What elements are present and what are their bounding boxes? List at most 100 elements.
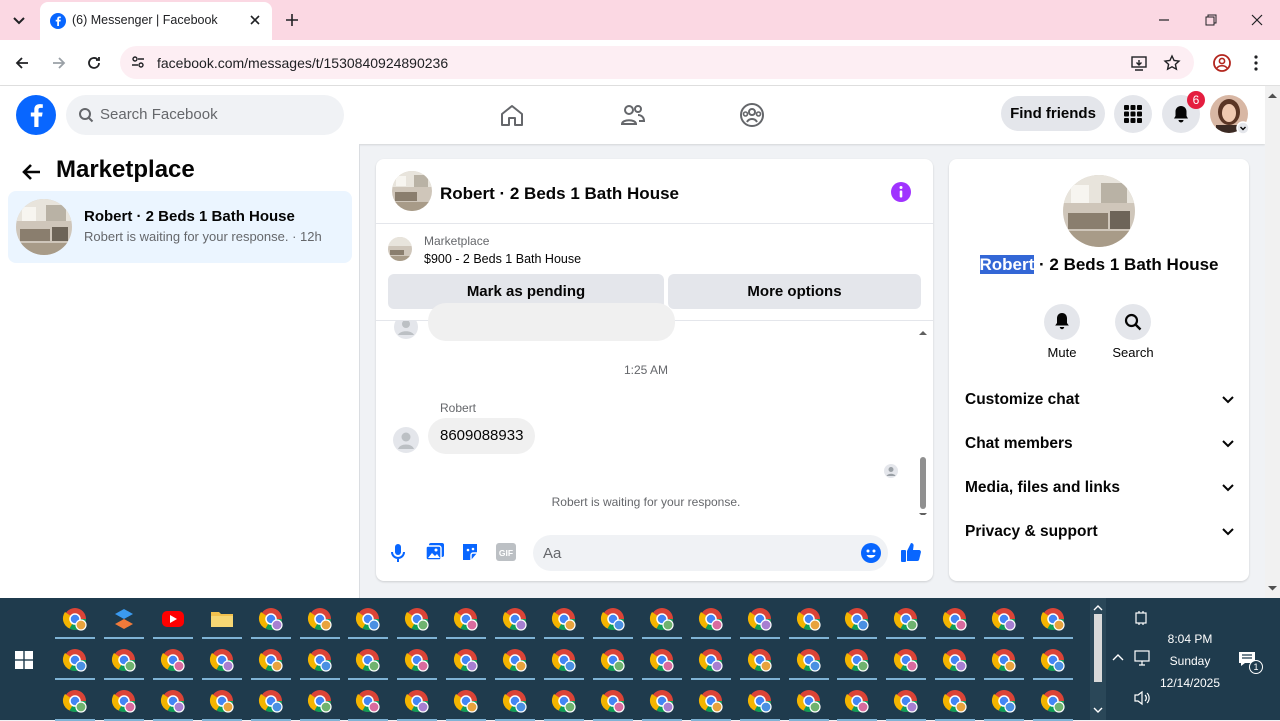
windows-start-icon[interactable]: [15, 651, 33, 669]
taskbar-app-icon[interactable]: [942, 688, 968, 714]
taskbar-app-icon[interactable]: [600, 688, 626, 714]
more-options-button[interactable]: More options: [668, 274, 921, 309]
taskbar-app-icon[interactable]: [844, 647, 870, 673]
previous-message-bubble[interactable]: [428, 303, 675, 341]
taskbar-app-icon[interactable]: [698, 647, 724, 673]
profile-icon[interactable]: [1212, 53, 1232, 73]
taskbar-app-icon[interactable]: [893, 647, 919, 673]
taskbar-app-icon[interactable]: [1040, 606, 1066, 632]
info-icon[interactable]: [890, 181, 912, 203]
microphone-icon[interactable]: [390, 543, 406, 563]
bookmark-star-icon[interactable]: [1163, 54, 1181, 72]
network-icon[interactable]: [1133, 650, 1151, 666]
listing-mini-thumbnail[interactable]: [388, 237, 412, 261]
taskbar-app-icon[interactable]: [600, 606, 626, 632]
message-bubble[interactable]: 8609088933: [428, 418, 536, 454]
groups-icon[interactable]: [739, 102, 765, 128]
emoji-icon[interactable]: [861, 543, 881, 563]
taskbar-app-icon[interactable]: [258, 688, 284, 714]
menu-dots-icon[interactable]: [1252, 53, 1260, 73]
taskbar-app-icon[interactable]: [942, 647, 968, 673]
gif-icon[interactable]: GIF: [496, 543, 516, 561]
restore-icon[interactable]: [1204, 13, 1218, 27]
taskbar-app-icon[interactable]: [62, 688, 88, 714]
taskbar-app-icon[interactable]: [453, 647, 479, 673]
friends-icon[interactable]: [620, 103, 646, 127]
privacy-support-row[interactable]: Privacy & support: [965, 513, 1235, 553]
back-icon[interactable]: [13, 54, 31, 72]
taskbar-scrollbar[interactable]: [1090, 598, 1106, 720]
taskbar-app-icon[interactable]: [404, 647, 430, 673]
message-input[interactable]: Aa: [533, 535, 888, 571]
taskbar-app-icon[interactable]: [307, 606, 333, 632]
close-window-icon[interactable]: [1250, 13, 1264, 27]
taskbar-app-icon[interactable]: [844, 606, 870, 632]
taskbar-app-icon[interactable]: [551, 606, 577, 632]
message-scrollbar[interactable]: [918, 325, 928, 515]
back-arrow-icon[interactable]: [21, 161, 43, 183]
minimize-icon[interactable]: [1157, 13, 1171, 27]
taskbar-app-icon[interactable]: [796, 647, 822, 673]
taskbar-app-icon[interactable]: [844, 688, 870, 714]
taskbar-app-icon[interactable]: [747, 688, 773, 714]
taskbar-app-icon[interactable]: [160, 688, 186, 714]
taskbar-app-icon[interactable]: [698, 688, 724, 714]
taskbar-app-icon[interactable]: [404, 606, 430, 632]
taskbar-app-icon[interactable]: [649, 647, 675, 673]
site-info-icon[interactable]: [130, 54, 146, 70]
taskbar-app-icon[interactable]: [111, 647, 137, 673]
taskbar-app-icon[interactable]: [551, 688, 577, 714]
chat-members-row[interactable]: Chat members: [965, 425, 1235, 465]
taskbar-app-icon[interactable]: [698, 606, 724, 632]
conversation-item[interactable]: Robert · 2 Beds 1 Bath House Robert is w…: [8, 191, 352, 263]
reload-icon[interactable]: [85, 54, 103, 72]
taskbar-app-icon[interactable]: [991, 606, 1017, 632]
taskbar-app-icon[interactable]: [111, 688, 137, 714]
taskbar-app-icon[interactable]: [160, 606, 186, 632]
taskbar-app-icon[interactable]: [453, 606, 479, 632]
taskbar-app-icon[interactable]: [1040, 647, 1066, 673]
taskbar-app-icon[interactable]: [355, 688, 381, 714]
taskbar-app-icon[interactable]: [942, 606, 968, 632]
taskbar-app-icon[interactable]: [747, 647, 773, 673]
taskbar-app-icon[interactable]: [62, 647, 88, 673]
close-tab-icon[interactable]: [248, 13, 262, 27]
menu-button[interactable]: [1114, 95, 1152, 133]
taskbar-app-icon[interactable]: [160, 647, 186, 673]
chat-avatar[interactable]: [392, 171, 432, 211]
page-scrollbar[interactable]: [1265, 86, 1280, 598]
new-tab-icon[interactable]: [284, 12, 300, 28]
taskbar-app-icon[interactable]: [355, 647, 381, 673]
mute-button[interactable]: [1044, 304, 1080, 340]
info-avatar[interactable]: [1063, 175, 1135, 247]
taskbar-app-icon[interactable]: [62, 606, 88, 632]
taskbar-app-icon[interactable]: [747, 606, 773, 632]
search-facebook-input[interactable]: Search Facebook: [66, 95, 344, 135]
taskbar-app-icon[interactable]: [551, 647, 577, 673]
hidden-icons-chevron-icon[interactable]: [1112, 652, 1124, 662]
taskbar-app-icon[interactable]: [307, 688, 333, 714]
message-list[interactable]: 1:25 AM Robert 8609088933 Robert is wait…: [376, 303, 933, 520]
taskbar-app-icon[interactable]: [404, 688, 430, 714]
taskbar-app-icon[interactable]: [502, 688, 528, 714]
search-in-conversation-button[interactable]: [1115, 304, 1151, 340]
facebook-logo-icon[interactable]: [16, 95, 56, 135]
device-icon[interactable]: [1133, 610, 1149, 626]
url-bar[interactable]: facebook.com/messages/t/1530840924890236: [120, 46, 1194, 79]
taskbar-app-icon[interactable]: [893, 688, 919, 714]
taskbar-app-icon[interactable]: [600, 647, 626, 673]
taskbar-app-icon[interactable]: [991, 688, 1017, 714]
taskbar-app-icon[interactable]: [502, 647, 528, 673]
taskbar-app-icon[interactable]: [991, 647, 1017, 673]
taskbar-app-icon[interactable]: [258, 606, 284, 632]
sticker-icon[interactable]: [460, 542, 480, 562]
taskbar-app-icon[interactable]: [649, 606, 675, 632]
taskbar-app-icon[interactable]: [796, 688, 822, 714]
taskbar-app-icon[interactable]: [502, 606, 528, 632]
taskbar-app-icon[interactable]: [111, 606, 137, 632]
taskbar-app-icon[interactable]: [209, 688, 235, 714]
install-app-icon[interactable]: [1130, 54, 1148, 72]
tab-search-icon[interactable]: [10, 11, 28, 29]
taskbar-app-icon[interactable]: [209, 606, 235, 632]
taskbar-app-icon[interactable]: [209, 647, 235, 673]
